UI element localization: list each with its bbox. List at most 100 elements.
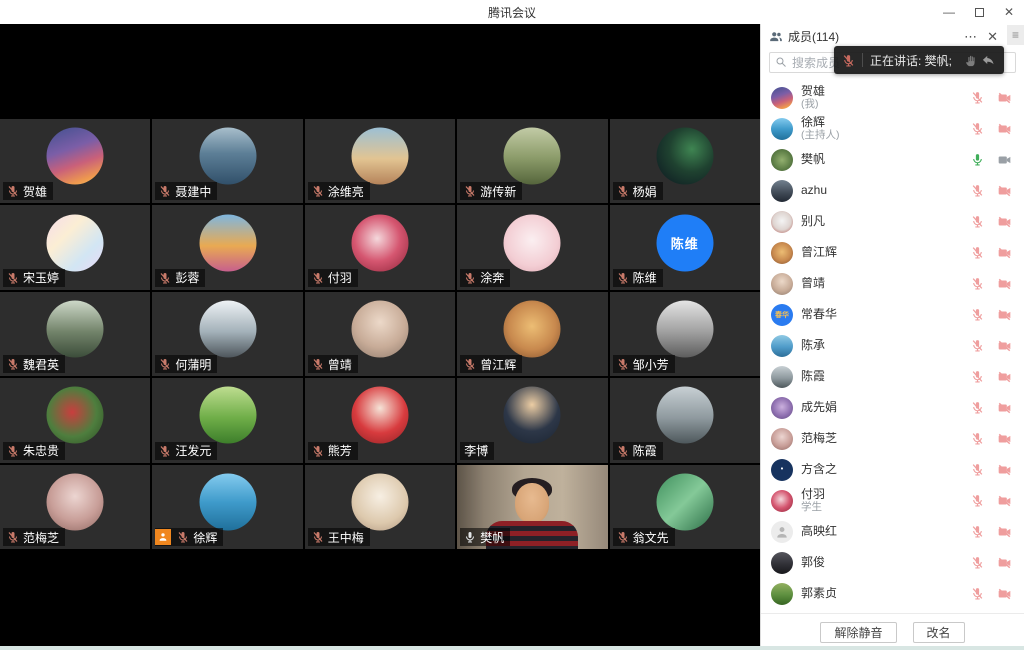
tile-name-label: 朱忠贵	[3, 442, 65, 460]
participant-name: 何蒲明	[175, 356, 211, 373]
avatar	[771, 428, 793, 450]
more-icon[interactable]: ⋯	[964, 30, 977, 43]
video-tile[interactable]: 杨娟	[610, 119, 760, 203]
avatar	[771, 490, 793, 512]
video-tile[interactable]: 彭蓉	[152, 205, 302, 289]
member-list-item[interactable]: 范梅芝	[761, 423, 1024, 454]
avatar	[199, 387, 256, 444]
panel-menu-icon[interactable]: ≡	[1007, 25, 1024, 45]
video-tile[interactable]: 汪发元	[152, 378, 302, 462]
video-tile[interactable]: 聂建中	[152, 119, 302, 203]
tile-name-label: 陈霞	[613, 442, 663, 460]
member-list-item[interactable]: 付羽 学生	[761, 485, 1024, 516]
member-list-item[interactable]: 樊帆	[761, 144, 1024, 175]
video-tile[interactable]: 曾江辉	[457, 292, 607, 376]
avatar	[771, 118, 793, 140]
avatar	[351, 387, 408, 444]
mic-muted-icon	[177, 531, 189, 543]
camera-off-icon	[997, 525, 1012, 539]
member-name: azhu	[801, 184, 963, 198]
video-tile[interactable]: 范梅芝	[0, 465, 150, 549]
member-name: 徐辉	[801, 116, 963, 130]
video-tile[interactable]: 陈霞	[610, 378, 760, 462]
close-panel-icon[interactable]: ✕	[987, 30, 998, 43]
unmute-button[interactable]: 解除静音	[820, 622, 896, 643]
avatar	[199, 214, 256, 271]
mic-muted-icon	[971, 339, 984, 352]
member-list-item[interactable]: • 方含之	[761, 454, 1024, 485]
avatar	[47, 473, 104, 530]
member-list-item[interactable]: 春华 常春华	[761, 299, 1024, 330]
tile-name-label: 曾江辉	[460, 355, 522, 373]
close-button[interactable]: ✕	[1004, 6, 1014, 18]
member-list-item[interactable]: 曾江辉	[761, 237, 1024, 268]
video-tile[interactable]: 陈维 陈维	[610, 205, 760, 289]
avatar	[771, 521, 793, 543]
participant-name: 王中梅	[328, 529, 364, 546]
avatar	[199, 300, 256, 357]
member-role-label: 学生	[801, 501, 963, 513]
member-list-item[interactable]: 成先娟	[761, 392, 1024, 423]
participant-name: 朱忠贵	[23, 442, 59, 459]
video-tile[interactable]: 宋玉婷	[0, 205, 150, 289]
member-name: 别凡	[801, 215, 963, 229]
mic-muted-icon	[7, 272, 19, 284]
video-tile[interactable]: 付羽	[305, 205, 455, 289]
camera-off-icon	[997, 587, 1012, 601]
video-tile[interactable]: 徐辉	[152, 465, 302, 549]
member-list-item[interactable]: 贺雄 (我)	[761, 82, 1024, 113]
video-tile[interactable]: 邹小芳	[610, 292, 760, 376]
video-tile[interactable]: 何蒲明	[152, 292, 302, 376]
member-list[interactable]: 贺雄 (我)	[761, 77, 1024, 613]
search-icon	[775, 56, 787, 68]
member-name: 陈霞	[801, 370, 963, 384]
tile-name-label: 彭蓉	[155, 269, 205, 287]
participant-name: 曾靖	[328, 356, 352, 373]
participant-name: 徐辉	[193, 529, 217, 546]
video-tile[interactable]: 王中梅	[305, 465, 455, 549]
member-list-item[interactable]: 郭俊	[761, 547, 1024, 578]
tile-name-label: 曾靖	[308, 355, 358, 373]
video-tile[interactable]: 熊芳	[305, 378, 455, 462]
camera-off-icon	[997, 432, 1012, 446]
tile-name-label: 聂建中	[155, 182, 217, 200]
video-tile[interactable]: 涂维亮	[305, 119, 455, 203]
mic-muted-icon	[971, 494, 984, 507]
video-tile[interactable]: 游传新	[457, 119, 607, 203]
window-title: 腾讯会议	[488, 4, 536, 21]
mic-muted-icon	[971, 246, 984, 259]
video-tile[interactable]: 翁文先	[610, 465, 760, 549]
member-list-item[interactable]: 徐辉 (主持人)	[761, 113, 1024, 144]
video-tile[interactable]: 李博	[457, 378, 607, 462]
tile-name-label: 付羽	[308, 269, 358, 287]
avatar	[351, 473, 408, 530]
video-tile[interactable]: 朱忠贵	[0, 378, 150, 462]
maximize-button[interactable]	[975, 8, 984, 17]
mic-muted-icon	[617, 445, 629, 457]
video-tile[interactable]: 曾靖	[305, 292, 455, 376]
member-list-item[interactable]: 郭素贞	[761, 578, 1024, 609]
minimize-button[interactable]: —	[943, 6, 955, 18]
member-list-item[interactable]: 曾靖	[761, 268, 1024, 299]
avatar	[504, 128, 561, 185]
video-tile[interactable]: 涂奔	[457, 205, 607, 289]
mic-muted-icon	[312, 185, 324, 197]
video-tile[interactable]: 樊帆	[457, 465, 607, 549]
member-list-item[interactable]: 陈承	[761, 330, 1024, 361]
video-tile[interactable]: 贺雄	[0, 119, 150, 203]
member-list-item[interactable]: 高映红	[761, 516, 1024, 547]
rename-button[interactable]: 改名	[913, 622, 965, 643]
member-list-item[interactable]: azhu	[761, 175, 1024, 206]
participant-name: 游传新	[480, 183, 516, 200]
video-tile[interactable]: 魏君英	[0, 292, 150, 376]
avatar	[656, 128, 713, 185]
divider	[862, 53, 863, 67]
camera-off-icon	[997, 370, 1012, 384]
raised-hand-icon	[964, 53, 979, 68]
member-name: 方含之	[801, 463, 963, 477]
member-list-item[interactable]: 陈霞	[761, 361, 1024, 392]
member-name: 贺雄	[801, 85, 963, 99]
tile-name-label: 杨娟	[613, 182, 663, 200]
member-name: 成先娟	[801, 401, 963, 415]
member-list-item[interactable]: 别凡	[761, 206, 1024, 237]
